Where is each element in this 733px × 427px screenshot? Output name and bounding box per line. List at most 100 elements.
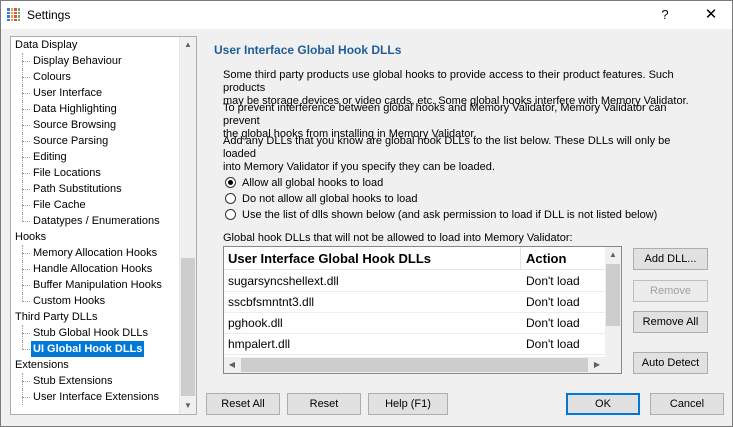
tree-item[interactable]: UI Global Hook DLLs xyxy=(11,341,179,357)
tree-item-label[interactable]: Stub Extensions xyxy=(31,373,115,389)
scroll-up-icon[interactable]: ▲ xyxy=(180,37,196,53)
table-row[interactable]: sscbfsmntnt3.dll Don't load xyxy=(224,291,605,313)
tree-item[interactable]: File Locations xyxy=(11,165,179,181)
tree-item-label[interactable]: File Locations xyxy=(31,165,103,181)
tree-connector-line xyxy=(22,173,30,174)
icon-grid-cell xyxy=(14,8,17,11)
tree-item-label[interactable]: Extensions xyxy=(13,357,71,373)
radio-button-icon[interactable] xyxy=(225,209,236,220)
tree-item[interactable]: Extensions xyxy=(11,357,179,373)
tree-connector-line xyxy=(22,301,30,302)
tree-item[interactable]: Source Parsing xyxy=(11,133,179,149)
hook-dll-list[interactable]: User Interface Global Hook DLLs Action s… xyxy=(223,246,622,374)
close-button[interactable]: ✕ xyxy=(693,5,729,25)
column-header-dll[interactable]: User Interface Global Hook DLLs xyxy=(228,251,431,266)
ok-button[interactable]: OK xyxy=(566,393,640,415)
list-hscroll-thumb[interactable] xyxy=(241,358,588,372)
tree-item[interactable]: Editing xyxy=(11,149,179,165)
tree-item-label[interactable]: Editing xyxy=(31,149,69,165)
column-header-action[interactable]: Action xyxy=(526,251,566,266)
list-horizontal-scrollbar[interactable]: ◀ ▶ xyxy=(224,357,605,373)
list-caption: Global hook DLLs that will not be allowe… xyxy=(223,232,573,244)
icon-grid-cell xyxy=(14,15,17,18)
tree-connector-line xyxy=(22,293,23,301)
tree-item-label[interactable]: Source Parsing xyxy=(31,133,110,149)
auto-detect-button[interactable]: Auto Detect xyxy=(633,352,708,374)
scroll-right-icon[interactable]: ▶ xyxy=(589,357,605,373)
tree-scrollbar[interactable]: ▲ ▼ xyxy=(179,37,196,414)
tree-item[interactable]: Source Browsing xyxy=(11,117,179,133)
tree-item-label[interactable]: Data Highlighting xyxy=(31,101,119,117)
tree-item-label[interactable]: Source Browsing xyxy=(31,117,118,133)
remove-button[interactable]: Remove xyxy=(633,280,708,302)
column-divider[interactable] xyxy=(520,247,521,269)
tree-item[interactable]: Hooks xyxy=(11,229,179,245)
tree-item-label[interactable]: Third Party DLLs xyxy=(13,309,100,325)
help-title-button[interactable]: ? xyxy=(647,5,683,25)
tree-item[interactable]: Third Party DLLs xyxy=(11,309,179,325)
radio-use-list-label[interactable]: Use the list of dlls shown below (and as… xyxy=(242,208,657,222)
tree-item-label[interactable]: Handle Allocation Hooks xyxy=(31,261,154,277)
tree-item[interactable]: File Cache xyxy=(11,197,179,213)
cancel-button[interactable]: Cancel xyxy=(650,393,724,415)
add-dll-button[interactable]: Add DLL... xyxy=(633,248,708,270)
tree-item-label[interactable]: Colours xyxy=(31,69,73,85)
tree-connector-line xyxy=(22,141,30,142)
tree-item[interactable]: Buffer Manipulation Hooks xyxy=(11,277,179,293)
radio-disallow-all-label[interactable]: Do not allow all global hooks to load xyxy=(242,192,418,206)
settings-category-tree[interactable]: Data Display Display Behaviour Colours User… xyxy=(10,36,197,415)
reset-button[interactable]: Reset xyxy=(287,393,361,415)
tree-item[interactable]: Data Display xyxy=(11,37,179,53)
icon-grid-cell xyxy=(14,18,17,21)
radio-allow-all-label[interactable]: Allow all global hooks to load xyxy=(242,176,383,190)
tree-item[interactable]: Custom Hooks xyxy=(11,293,179,309)
tree-item-label[interactable]: Hooks xyxy=(13,229,48,245)
tree-item[interactable]: User Interface xyxy=(11,85,179,101)
tree-item[interactable]: Memory Allocation Hooks xyxy=(11,245,179,261)
tree-item[interactable]: Stub Global Hook DLLs xyxy=(11,325,179,341)
scroll-up-icon[interactable]: ▲ xyxy=(605,247,621,263)
remove-all-button[interactable]: Remove All xyxy=(633,311,708,333)
tree-item-label[interactable]: Custom Hooks xyxy=(31,293,107,309)
tree-item-label[interactable]: User Interface Extensions xyxy=(31,389,161,405)
scroll-left-icon[interactable]: ◀ xyxy=(224,357,240,373)
tree-item[interactable]: User Interface Extensions xyxy=(11,389,179,405)
reset-all-button[interactable]: Reset All xyxy=(206,393,280,415)
tree-item[interactable]: Display Behaviour xyxy=(11,53,179,69)
list-vscroll-thumb[interactable] xyxy=(606,264,620,326)
tree-connector-line xyxy=(22,77,30,78)
tree-scroll-thumb[interactable] xyxy=(181,258,195,396)
icon-grid-cell xyxy=(10,15,13,18)
title-bar[interactable]: Settings ? ✕ xyxy=(1,1,732,29)
dll-name-cell: hmpalert.dll xyxy=(228,337,291,351)
table-row[interactable]: hmpalert.dll Don't load xyxy=(224,333,605,355)
radio-button-icon[interactable] xyxy=(225,193,236,204)
action-cell: Don't load xyxy=(526,274,580,288)
tree-connector-line xyxy=(22,125,30,126)
tree-item[interactable]: Colours xyxy=(11,69,179,85)
tree-item[interactable]: Data Highlighting xyxy=(11,101,179,117)
tree-item-label[interactable]: UI Global Hook DLLs xyxy=(31,341,145,357)
table-row[interactable]: sugarsyncshellext.dll Don't load xyxy=(224,270,605,292)
tree-item-label[interactable]: Buffer Manipulation Hooks xyxy=(31,277,164,293)
tree-item-label[interactable]: Path Substitutions xyxy=(31,181,124,197)
tree-item-label[interactable]: Data Display xyxy=(13,37,79,53)
tree-item-label[interactable]: Datatypes / Enumerations xyxy=(31,213,162,229)
tree-item-label[interactable]: Memory Allocation Hooks xyxy=(31,245,159,261)
tree-item[interactable]: Path Substitutions xyxy=(11,181,179,197)
radio-button-icon[interactable] xyxy=(225,177,236,188)
tree-item[interactable]: Stub Extensions xyxy=(11,373,179,389)
scrollbar-corner xyxy=(605,357,621,373)
tree-item-label[interactable]: User Interface xyxy=(31,85,104,101)
tree-item-label[interactable]: File Cache xyxy=(31,197,88,213)
help-button[interactable]: Help (F1) xyxy=(368,393,448,415)
tree-item-label[interactable]: Stub Global Hook DLLs xyxy=(31,325,150,341)
tree-item[interactable]: Handle Allocation Hooks xyxy=(11,261,179,277)
tree-item-label[interactable]: Display Behaviour xyxy=(31,53,124,69)
settings-window: Settings ? ✕ Data Display Display Behavio… xyxy=(0,0,733,427)
tree-item[interactable]: Datatypes / Enumerations xyxy=(11,213,179,229)
table-row[interactable]: pghook.dll Don't load xyxy=(224,312,605,334)
list-vertical-scrollbar[interactable]: ▲ ▼ xyxy=(605,247,621,373)
scroll-down-icon[interactable]: ▼ xyxy=(180,398,196,414)
tree-connector-line xyxy=(22,253,30,254)
